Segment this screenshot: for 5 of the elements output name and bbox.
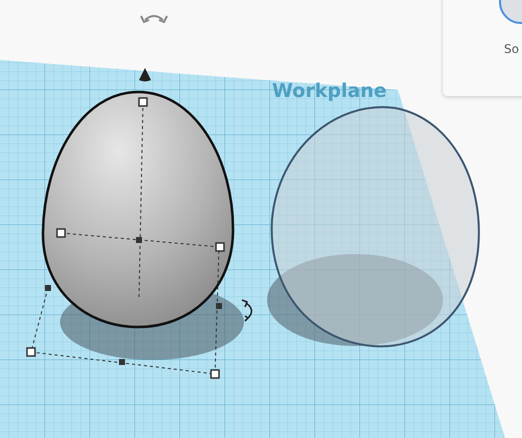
swatch-label: So	[504, 42, 519, 56]
rotate-arrow-icon[interactable]	[242, 299, 252, 322]
resize-handles[interactable]	[45, 237, 222, 365]
cone-arrow-icon[interactable]	[139, 68, 151, 82]
resize-handles[interactable]	[26, 97, 225, 379]
